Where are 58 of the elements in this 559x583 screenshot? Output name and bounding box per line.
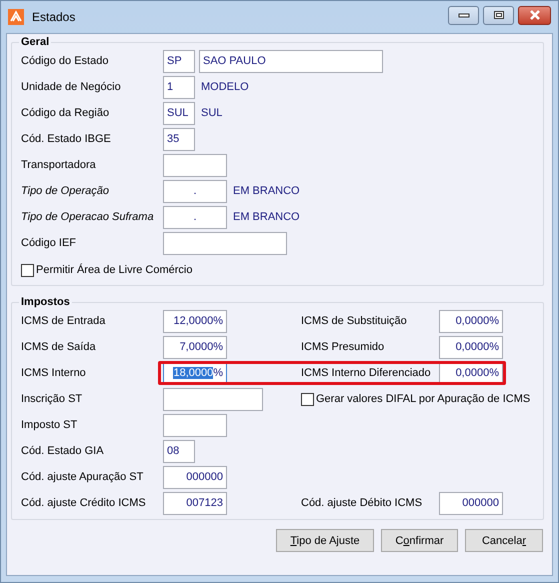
dialog-button[interactable]: Tipo de Ajuste — [276, 529, 374, 552]
checkbox[interactable]: Permitir Área de Livre Comércio — [21, 264, 192, 276]
input-field[interactable]: 7,0000% — [163, 336, 227, 358]
input-field[interactable]: 35 — [163, 128, 195, 150]
input-field[interactable]: 08 — [163, 440, 195, 462]
input-field[interactable]: . — [163, 180, 227, 202]
input-field[interactable] — [163, 414, 227, 436]
input-field[interactable]: . — [163, 206, 227, 228]
field-label: Cód. Estado IBGE — [21, 133, 112, 145]
minimize-icon — [458, 12, 470, 18]
close-button[interactable] — [518, 6, 551, 24]
field-label: ICMS de Entrada — [21, 315, 106, 327]
input-field[interactable] — [163, 388, 263, 410]
field-label: ICMS Presumido — [301, 341, 386, 353]
field-label: Tipo de Operacao Suframa — [21, 211, 155, 223]
input-field[interactable]: SAO PAULO — [199, 50, 383, 72]
value-text: MODELO — [201, 81, 249, 93]
field-label: Código da Região — [21, 107, 110, 119]
field-label: ICMS de Substituição — [301, 315, 408, 327]
input-field[interactable]: 0,0000% — [439, 310, 503, 332]
app-icon — [8, 9, 24, 25]
field-label: Cód. Estado GIA — [21, 445, 105, 457]
input-field[interactable]: SUL — [163, 102, 195, 124]
field-label: Código do Estado — [21, 55, 110, 67]
field-label: ICMS de Saída — [21, 341, 97, 353]
group-title: Impostos — [20, 296, 71, 308]
field-label: Cód. ajuste Crédito ICMS — [21, 497, 147, 509]
field-label: Transportadora — [21, 159, 97, 171]
close-icon — [528, 10, 540, 20]
value-text: EM BRANCO — [233, 211, 300, 223]
field-label: Tipo de Operação — [21, 185, 110, 197]
dialog-button[interactable]: Cancelar — [465, 529, 543, 552]
input-field[interactable] — [163, 232, 287, 254]
field-label: Cód. ajuste Débito ICMS — [301, 497, 424, 509]
maximize-button[interactable] — [483, 6, 514, 24]
value-text: EM BRANCO — [233, 185, 300, 197]
field-label: Unidade de Negócio — [21, 81, 122, 93]
field-label: ICMS Interno Diferenciado — [301, 367, 432, 379]
group-title: Geral — [20, 36, 50, 48]
field-label: Inscrição ST — [21, 393, 84, 405]
field-label: ICMS Interno — [21, 367, 87, 379]
input-field[interactable] — [163, 154, 227, 176]
input-field[interactable]: 000000 — [163, 466, 227, 488]
value-text: SUL — [201, 107, 222, 119]
input-field[interactable]: 12,0000% — [163, 310, 227, 332]
field-label: Imposto ST — [21, 419, 78, 431]
dialog-button[interactable]: Confirmar — [381, 529, 458, 552]
input-field[interactable]: 000000 — [439, 492, 503, 514]
input-field[interactable]: SP — [163, 50, 195, 72]
maximize-icon — [492, 10, 504, 20]
window-title: Estados — [32, 10, 76, 24]
input-field[interactable]: 1 — [163, 76, 195, 98]
field-label: Código IEF — [21, 237, 78, 249]
checkbox[interactable]: Gerar valores DIFAL por Apuração de ICMS — [301, 392, 530, 406]
minimize-button[interactable] — [448, 6, 479, 24]
field-label: Cód. ajuste Apuração ST — [21, 471, 144, 483]
input-field[interactable]: 0,0000% — [439, 336, 503, 358]
input-field[interactable]: 007123 — [163, 492, 227, 514]
